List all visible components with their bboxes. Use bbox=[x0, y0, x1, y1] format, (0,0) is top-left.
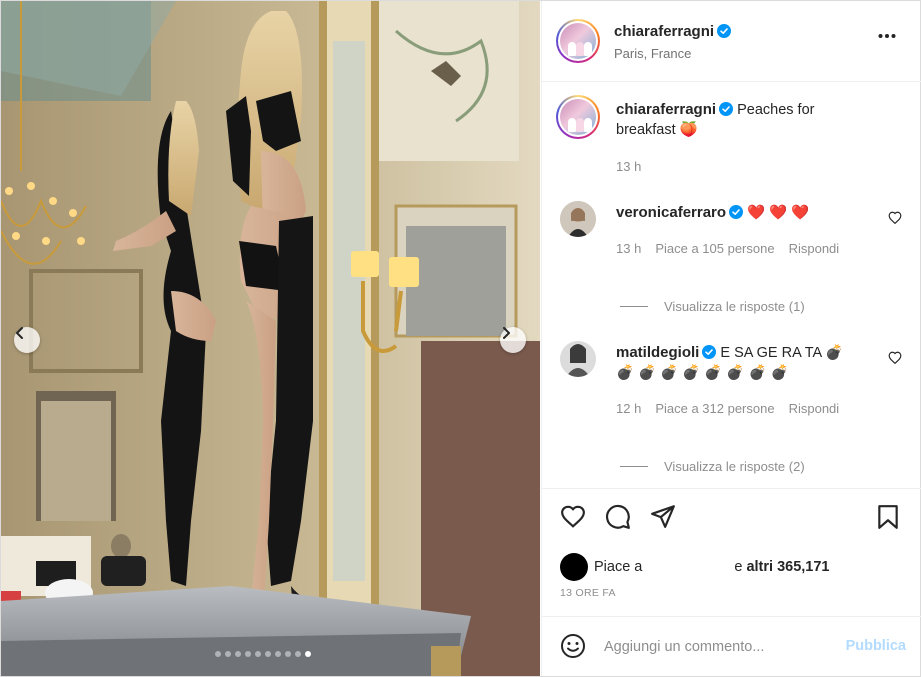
carousel-prev-button[interactable] bbox=[14, 327, 40, 353]
comment-2: matildegioli E SA GE RA TA 💣 💣 💣 💣 💣 💣 💣… bbox=[616, 343, 866, 383]
comment-1-view-replies[interactable]: Visualizza le risposte (1) bbox=[620, 299, 805, 314]
bookmark-icon[interactable] bbox=[877, 504, 899, 530]
comment-composer: Pubblica bbox=[542, 616, 921, 676]
likes-connector: e bbox=[734, 559, 743, 575]
heart-icon[interactable] bbox=[888, 211, 902, 224]
post-actions: Piace a e altri 365,171 13 ORE FA bbox=[542, 488, 921, 616]
comment-1: veronicaferraro ❤️ ❤️ ❤️ bbox=[616, 203, 809, 223]
heart-icon[interactable] bbox=[888, 351, 902, 364]
comment-1-text: ❤️ ❤️ ❤️ bbox=[747, 205, 810, 221]
comment-2-likes[interactable]: Piace a 312 persone bbox=[655, 401, 774, 416]
likes-prefix: Piace a bbox=[594, 559, 643, 575]
commenter-avatar[interactable] bbox=[560, 201, 596, 237]
post-image[interactable] bbox=[1, 1, 540, 676]
author-username[interactable]: chiaraferragni bbox=[614, 23, 714, 40]
avatar-image bbox=[560, 341, 596, 377]
likes-count[interactable]: altri 365,171 bbox=[746, 559, 829, 575]
comment-1-meta: 13 h Piace a 105 persone Rispondi bbox=[616, 241, 853, 256]
carousel-indicator bbox=[215, 651, 311, 657]
chevron-left-icon bbox=[16, 327, 23, 339]
comment-2-reply-button[interactable]: Rispondi bbox=[789, 401, 840, 416]
verified-icon bbox=[717, 24, 732, 38]
comment-1-reply-button[interactable]: Rispondi bbox=[789, 241, 840, 256]
carousel-dot bbox=[305, 651, 311, 657]
caption: chiaraferragni Peaches for breakfast 🍑 bbox=[616, 100, 846, 140]
carousel-dot bbox=[215, 651, 221, 657]
chevron-right-icon bbox=[503, 327, 510, 339]
author-avatar[interactable] bbox=[556, 19, 600, 63]
share-icon[interactable] bbox=[650, 504, 676, 528]
commenter-avatar[interactable] bbox=[560, 341, 596, 377]
carousel-dot bbox=[295, 651, 301, 657]
carousel-dot bbox=[245, 651, 251, 657]
verified-icon bbox=[702, 345, 717, 359]
post-side-panel: chiaraferragni Paris, France chiaraferra… bbox=[541, 1, 921, 676]
liker-avatar[interactable] bbox=[560, 553, 588, 581]
emoji-icon[interactable] bbox=[560, 633, 586, 659]
verified-icon bbox=[719, 102, 734, 116]
likes-summary[interactable]: Piace a e altri 365,171 bbox=[560, 553, 830, 581]
comment-1-likes[interactable]: Piace a 105 persone bbox=[655, 241, 774, 256]
comment-1-time[interactable]: 13 h bbox=[616, 241, 641, 256]
more-icon[interactable] bbox=[878, 33, 896, 39]
comment-2-meta: 12 h Piace a 312 persone Rispondi bbox=[616, 401, 853, 416]
post-header: chiaraferragni Paris, France bbox=[542, 1, 921, 82]
comment-icon[interactable] bbox=[605, 504, 631, 530]
avatar-image bbox=[560, 201, 596, 237]
carousel-next-button[interactable] bbox=[500, 327, 526, 353]
view-replies-label: Visualizza le risposte (2) bbox=[664, 459, 805, 474]
post-time-ago[interactable]: 13 ORE FA bbox=[560, 587, 616, 599]
comments-section: chiaraferragni Peaches for breakfast 🍑 1… bbox=[542, 83, 921, 488]
carousel-dot bbox=[275, 651, 281, 657]
comment-2-time[interactable]: 12 h bbox=[616, 401, 641, 416]
caption-time[interactable]: 13 h bbox=[616, 159, 641, 174]
post-dialog: chiaraferragni Paris, France chiaraferra… bbox=[0, 0, 921, 677]
comment-input[interactable] bbox=[604, 635, 824, 659]
post-location[interactable]: Paris, France bbox=[614, 46, 731, 61]
comment-1-username[interactable]: veronicaferraro bbox=[616, 204, 726, 221]
comment-2-username[interactable]: matildegioli bbox=[616, 344, 699, 361]
photo-illustration bbox=[1, 1, 540, 676]
caption-avatar[interactable] bbox=[556, 95, 600, 139]
carousel-dot bbox=[225, 651, 231, 657]
comment-2-text: E SA GE RA TA 💣 bbox=[720, 345, 844, 361]
verified-icon bbox=[729, 205, 744, 219]
post-comment-button[interactable]: Pubblica bbox=[846, 638, 906, 654]
view-replies-label: Visualizza le risposte (1) bbox=[664, 299, 805, 314]
carousel-dot bbox=[255, 651, 261, 657]
carousel-dot bbox=[265, 651, 271, 657]
carousel-dot bbox=[235, 651, 241, 657]
heart-icon[interactable] bbox=[560, 504, 586, 528]
caption-username[interactable]: chiaraferragni bbox=[616, 101, 716, 118]
comment-2-view-replies[interactable]: Visualizza le risposte (2) bbox=[620, 459, 805, 474]
carousel-dot bbox=[285, 651, 291, 657]
comment-2-text-line2: 💣 💣 💣 💣 💣 💣 💣 💣 bbox=[616, 365, 789, 381]
